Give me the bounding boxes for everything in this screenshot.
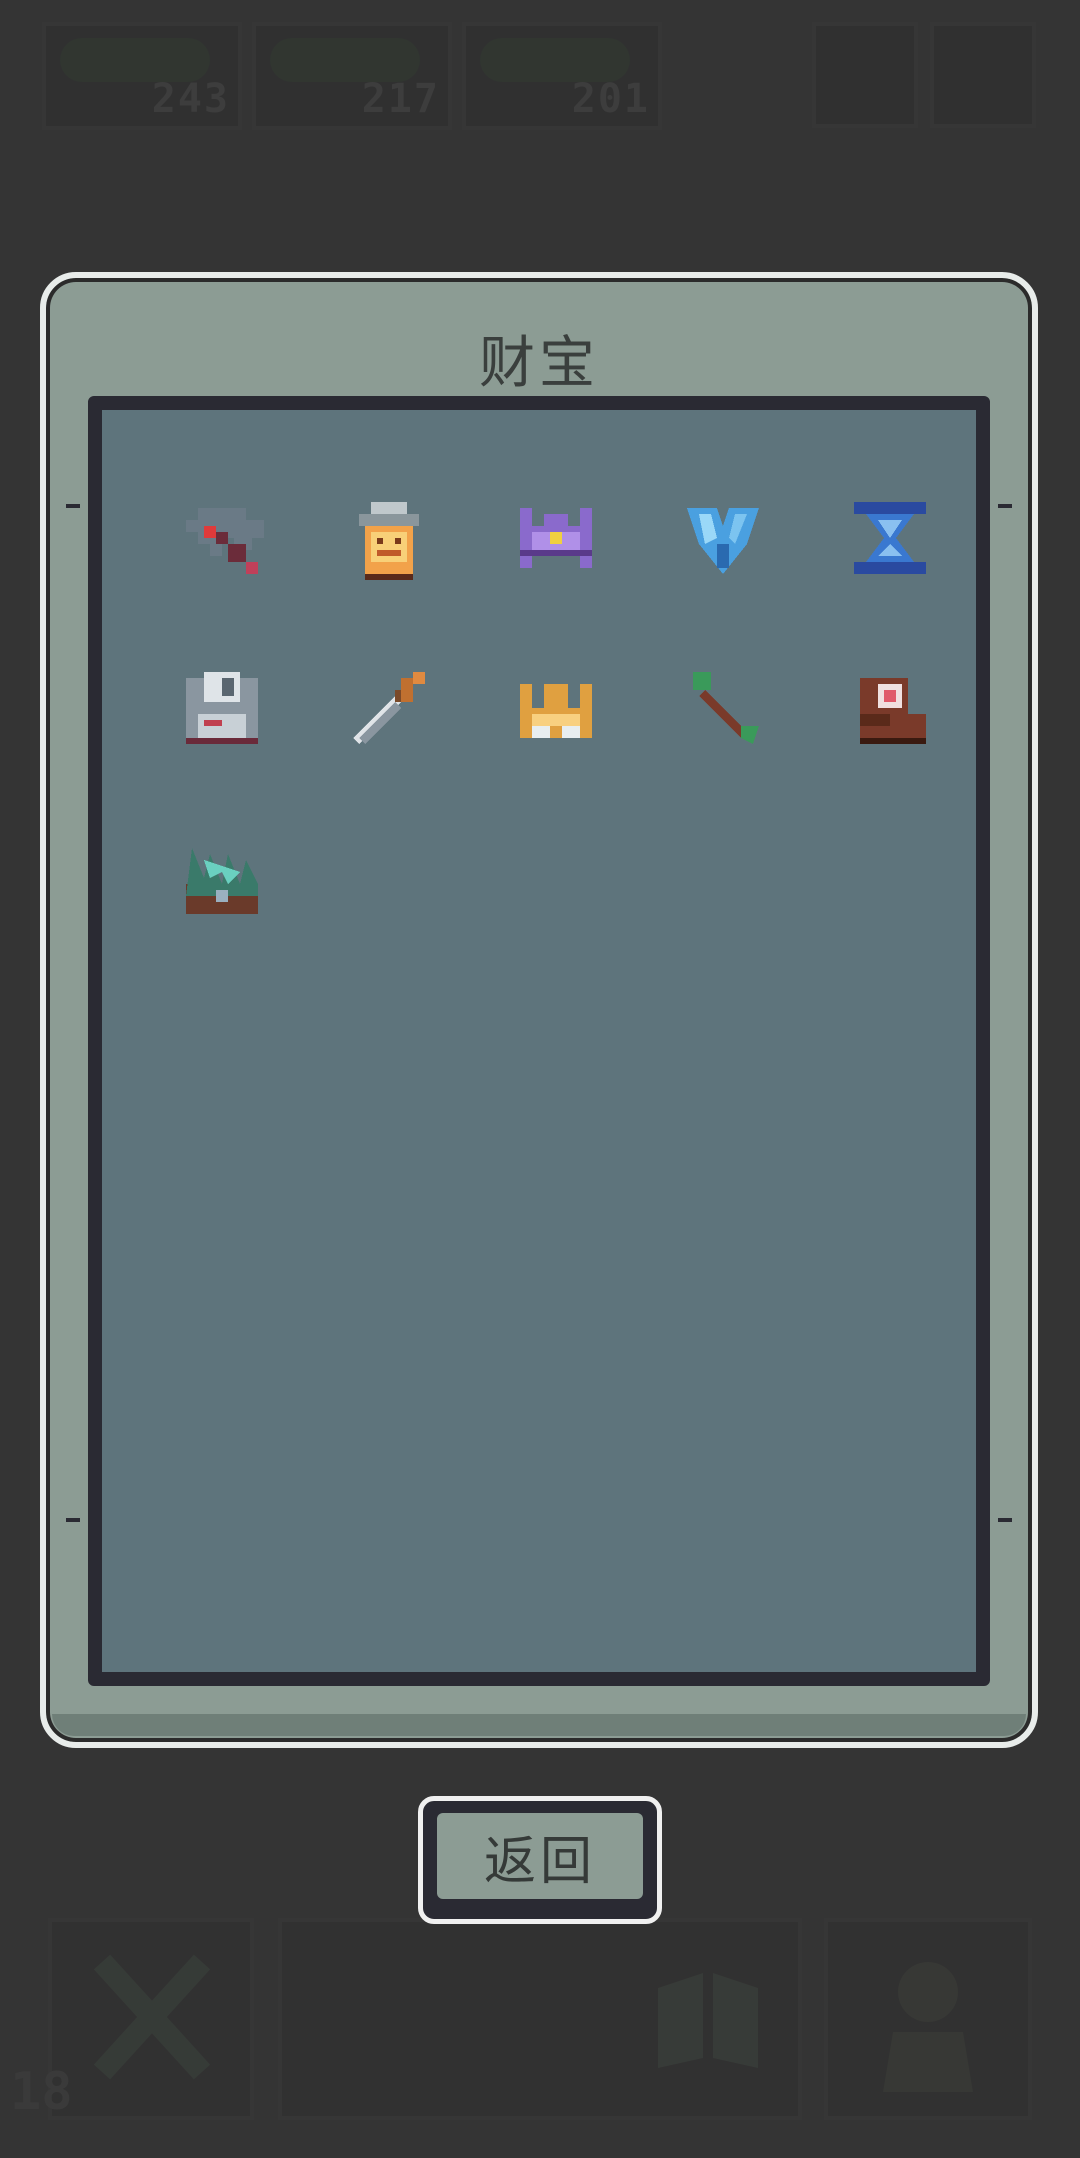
blue-crystal-icon — [687, 508, 759, 574]
treasure-item-10[interactable] — [820, 638, 960, 778]
treasure-item-1[interactable] — [152, 468, 292, 608]
treasure-panel: 财宝 — [40, 272, 1038, 1748]
treasure-item-8[interactable] — [486, 638, 626, 778]
treasure-item-3[interactable] — [486, 468, 626, 608]
sword-icon — [353, 672, 425, 744]
treasure-list — [88, 396, 990, 1686]
panel-title: 财宝 — [479, 331, 599, 396]
character-button[interactable] — [824, 1918, 1032, 2120]
treasure-item-11[interactable] — [152, 808, 292, 948]
treasure-item-4[interactable] — [653, 468, 793, 608]
gold-crown-icon — [520, 684, 592, 738]
resource-value-3: 201 — [571, 76, 650, 122]
hero-silhouette-icon — [883, 1962, 973, 2092]
green-grass-block-icon — [186, 848, 258, 914]
treasure-item-2[interactable] — [319, 468, 459, 608]
back-button[interactable]: 返回 — [418, 1796, 662, 1924]
map-button[interactable] — [812, 22, 918, 128]
resource-value-1: 243 — [151, 76, 230, 122]
treasure-item-9[interactable] — [653, 638, 793, 778]
hourglass-icon — [854, 502, 926, 574]
settings-button[interactable] — [930, 22, 1036, 128]
purple-crown-icon — [520, 508, 592, 568]
arrow-icon — [693, 672, 759, 744]
lantern-icon — [359, 502, 419, 580]
boot-icon — [860, 678, 926, 744]
resource-value-2: 217 — [361, 76, 440, 122]
floppy-disk-icon — [186, 672, 258, 744]
floor-number: 18 — [10, 2062, 73, 2122]
resource-counter-3: 201 — [462, 22, 662, 130]
treasure-item-7[interactable] — [319, 638, 459, 778]
crossed-swords-icon — [93, 1954, 211, 2080]
treasure-grid — [152, 468, 972, 948]
treasure-item-6[interactable] — [152, 638, 292, 778]
resource-counter-2: 217 — [252, 22, 452, 130]
message-bar — [278, 1918, 802, 2120]
book-icon — [658, 1973, 758, 2068]
attack-button[interactable] — [48, 1918, 254, 2120]
pickaxe-icon — [186, 508, 264, 574]
treasure-item-5[interactable] — [820, 468, 960, 608]
back-button-label: 返回 — [437, 1813, 643, 1899]
resource-counter-1: 243 — [42, 22, 242, 130]
